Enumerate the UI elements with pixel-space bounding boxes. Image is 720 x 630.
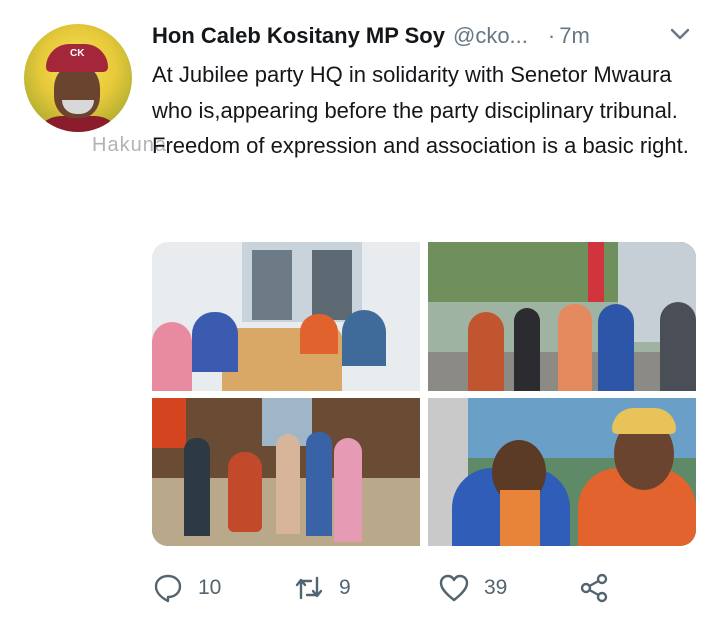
photo-closeup[interactable] bbox=[428, 398, 696, 546]
chevron-down-icon[interactable] bbox=[669, 26, 691, 42]
display-name[interactable]: Hon Caleb Kositany MP Soy bbox=[152, 23, 445, 49]
tweet-text-line: Freedom of expression and association is… bbox=[152, 133, 689, 158]
reply-button[interactable]: 10 bbox=[152, 566, 221, 610]
tweet-header: Hon Caleb Kositany MP Soy @cko... · 7m bbox=[152, 20, 697, 52]
photo-courtyard[interactable] bbox=[152, 398, 420, 546]
photo-grid bbox=[152, 242, 696, 546]
reply-count: 10 bbox=[198, 576, 222, 599]
heart-icon bbox=[439, 574, 469, 602]
retweet-button[interactable]: 9 bbox=[293, 566, 351, 610]
reply-icon bbox=[154, 574, 182, 603]
like-button[interactable]: 39 bbox=[438, 566, 507, 610]
photo-group-outside[interactable] bbox=[428, 242, 696, 391]
separator-dot: · bbox=[547, 23, 556, 48]
timestamp[interactable]: 7m bbox=[559, 23, 590, 49]
share-icon bbox=[580, 573, 608, 603]
photo-meeting[interactable] bbox=[152, 242, 420, 391]
tweet-text: At Jubilee party HQ in solidarity with S… bbox=[152, 57, 702, 164]
retweet-icon bbox=[295, 576, 323, 600]
tweet-text-line: At Jubilee party HQ in solidarity with S… bbox=[152, 62, 678, 123]
like-count: 39 bbox=[484, 576, 508, 599]
avatar[interactable]: CK bbox=[24, 24, 132, 132]
action-bar: 10 9 39 bbox=[152, 566, 622, 610]
share-button[interactable] bbox=[578, 566, 610, 610]
retweet-count: 9 bbox=[339, 576, 351, 599]
user-handle[interactable]: @cko... bbox=[453, 23, 528, 49]
avatar-cap-logo: CK bbox=[70, 48, 85, 59]
